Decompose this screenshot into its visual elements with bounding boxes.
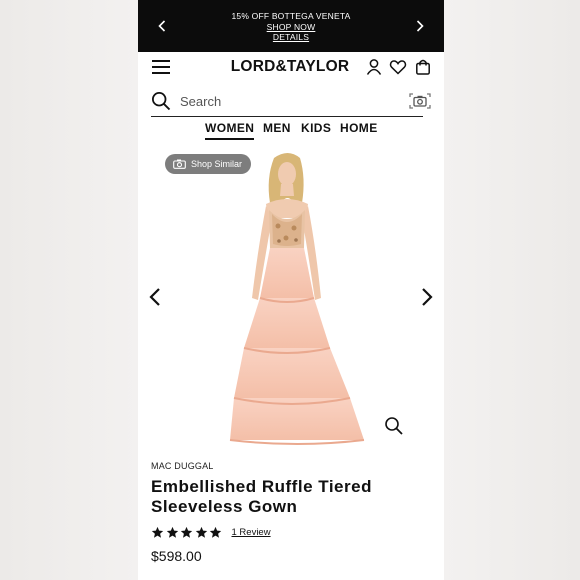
promo-prev-arrow[interactable] xyxy=(154,17,170,35)
star-icon xyxy=(180,526,193,538)
promo-next-arrow[interactable] xyxy=(412,17,428,35)
product-gallery: Shop Similar xyxy=(138,148,444,448)
zoom-icon[interactable] xyxy=(384,416,404,436)
camera-icon[interactable] xyxy=(409,92,431,110)
chevron-left-icon xyxy=(158,20,166,32)
product-title: Embellished Ruffle Tiered Sleeveless Gow… xyxy=(151,477,372,516)
star-icon xyxy=(151,526,164,538)
product-price: $598.00 xyxy=(151,548,202,564)
promo-headline: 15% OFF BOTTEGA VENETA xyxy=(231,11,351,21)
promo-shop-now-link[interactable]: SHOP NOW xyxy=(178,22,404,33)
product-brand[interactable]: MAC DUGGAL xyxy=(151,461,214,471)
tab-kids[interactable]: KIDS xyxy=(301,121,331,138)
chevron-right-icon xyxy=(416,20,424,32)
phone-screen: 15% OFF BOTTEGA VENETA SHOP NOW DETAILS … xyxy=(138,0,444,580)
bag-icon[interactable] xyxy=(414,58,432,76)
gallery-prev-arrow[interactable] xyxy=(148,286,162,308)
tab-home[interactable]: HOME xyxy=(340,121,378,138)
star-icon xyxy=(166,526,178,538)
tab-women[interactable]: WOMEN xyxy=(205,121,255,140)
product-rating: 1 Review xyxy=(151,524,271,540)
camera-icon xyxy=(173,159,186,169)
promo-text: 15% OFF BOTTEGA VENETA SHOP NOW DETAILS xyxy=(178,11,404,43)
menu-icon[interactable] xyxy=(152,60,170,74)
site-header: LORD&TAYLOR xyxy=(138,52,444,84)
search-bar xyxy=(151,89,431,117)
site-logo[interactable]: LORD&TAYLOR xyxy=(228,58,352,76)
search-input[interactable] xyxy=(180,91,380,111)
shop-similar-button[interactable]: Shop Similar xyxy=(165,154,251,174)
gallery-next-arrow[interactable] xyxy=(420,286,434,308)
reviews-link[interactable]: 1 Review xyxy=(232,527,271,538)
product-image[interactable] xyxy=(138,148,444,448)
search-icon[interactable] xyxy=(151,91,171,111)
category-nav: WOMEN MEN KIDS HOME xyxy=(138,121,444,143)
account-icon[interactable] xyxy=(365,58,383,76)
shop-similar-label: Shop Similar xyxy=(191,159,243,169)
tab-men[interactable]: MEN xyxy=(263,121,291,138)
background-left xyxy=(0,0,138,580)
promo-details-link[interactable]: DETAILS xyxy=(178,32,404,43)
heart-icon[interactable] xyxy=(389,58,407,76)
background-right xyxy=(444,0,580,580)
star-icon xyxy=(209,526,222,538)
star-icon xyxy=(195,526,207,538)
promo-banner: 15% OFF BOTTEGA VENETA SHOP NOW DETAILS xyxy=(138,0,444,52)
